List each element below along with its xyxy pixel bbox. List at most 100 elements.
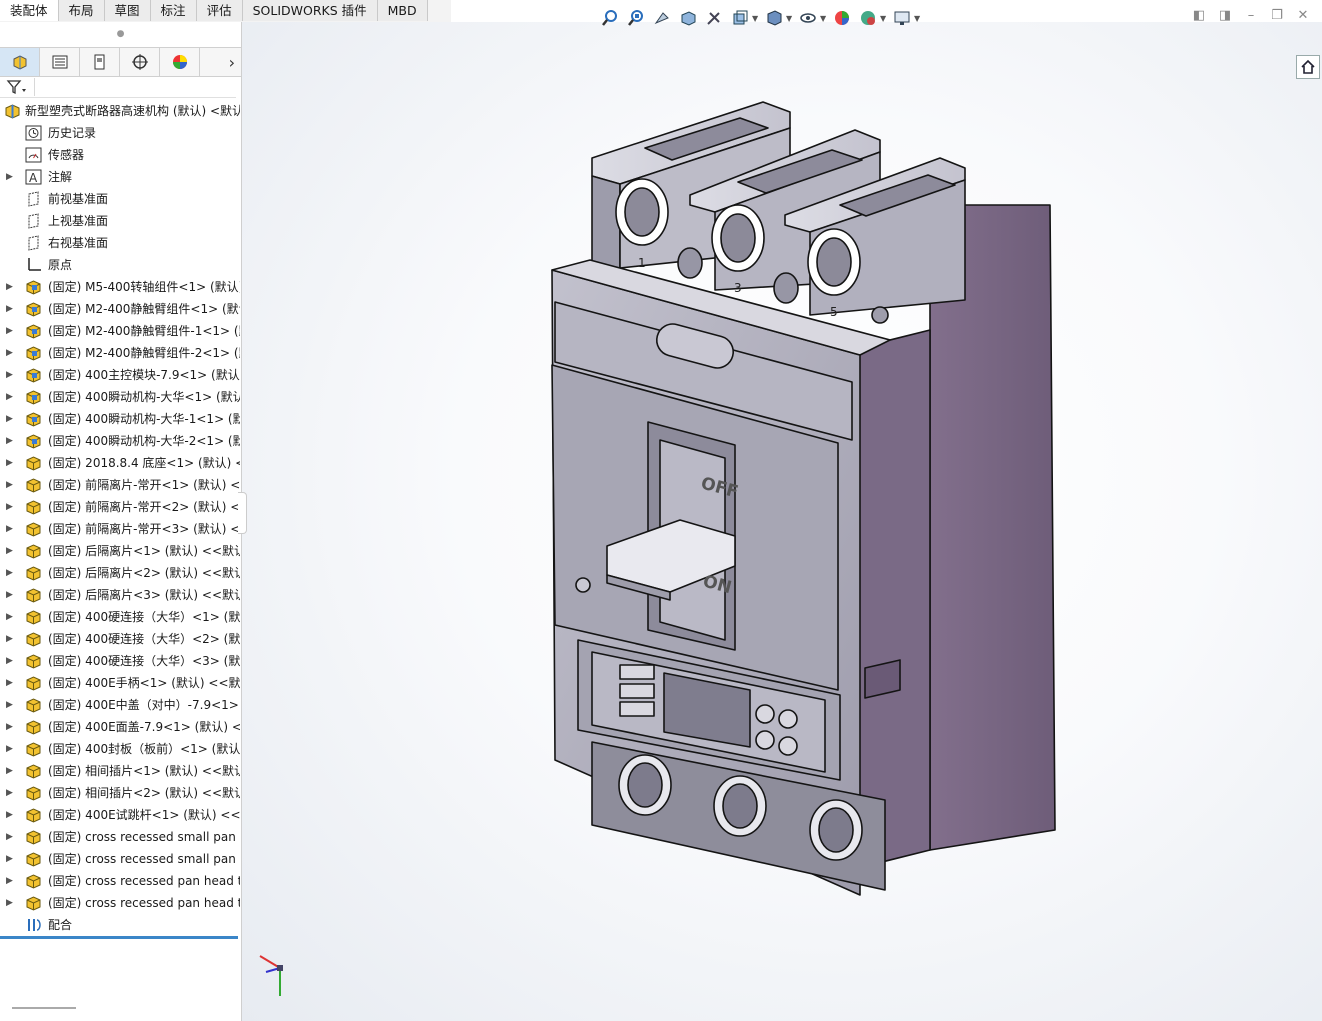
chevron-right-icon[interactable]: › <box>200 48 241 76</box>
filter-input[interactable] <box>34 78 235 96</box>
section-view-icon[interactable] <box>678 8 698 28</box>
tab-solidworks-addins[interactable]: SOLIDWORKS 插件 <box>242 0 378 21</box>
tree-component[interactable]: ▶ (固定) cross recessed small pan h <box>0 826 240 848</box>
expand-arrow-icon[interactable]: ▶ <box>6 760 14 782</box>
tab-mbd[interactable]: MBD <box>377 0 428 21</box>
zoom-to-area-icon[interactable] <box>626 8 646 28</box>
tree-component[interactable]: ▶ (固定) 400E面盖-7.9<1> (默认) << <box>0 716 240 738</box>
panel-handle[interactable]: ● <box>0 22 241 46</box>
expand-arrow-icon[interactable]: ▶ <box>6 738 14 760</box>
display-manager-tab[interactable] <box>160 48 200 76</box>
tree-component[interactable]: ▶ (固定) 400E手柄<1> (默认) <<默认 <box>0 672 240 694</box>
tree-component[interactable]: ▶ (固定) M5-400转轴组件<1> (默认) <box>0 276 240 298</box>
expand-arrow-icon[interactable]: ▶ <box>6 716 14 738</box>
tree-component[interactable]: ▶ (固定) 前隔离片-常开<3> (默认) << <box>0 518 240 540</box>
home-view-button[interactable] <box>1296 55 1320 79</box>
expand-arrow-icon[interactable]: ▶ <box>6 826 14 848</box>
tree-component[interactable]: ▶ (固定) 400瞬动机构-大华<1> (默认 <box>0 386 240 408</box>
expand-arrow-icon[interactable]: ▶ <box>6 408 14 430</box>
expand-arrow-icon[interactable]: ▶ <box>6 496 14 518</box>
tree-item[interactable]: 右视基准面 <box>0 232 240 254</box>
tree-component[interactable]: ▶ (固定) 400主控模块-7.9<1> (默认) <box>0 364 240 386</box>
expand-arrow-icon[interactable]: ▶ <box>6 562 14 584</box>
tree-component[interactable]: ▶ (固定) 前隔离片-常开<2> (默认) << <box>0 496 240 518</box>
expand-arrow-icon[interactable]: ▶ <box>6 848 14 870</box>
tree-item[interactable]: 上视基准面 <box>0 210 240 232</box>
tab-layout[interactable]: 布局 <box>58 0 105 21</box>
expand-arrow-icon[interactable]: ▶ <box>6 276 14 298</box>
tree-item[interactable]: 历史记录 <box>0 122 240 144</box>
tree-component[interactable]: ▶ (固定) 400E试跳杆<1> (默认) <<默 <box>0 804 240 826</box>
apply-scene-icon[interactable] <box>858 8 878 28</box>
hide-show-items-icon[interactable] <box>798 8 818 28</box>
expand-arrow-icon[interactable]: ▶ <box>6 694 14 716</box>
expand-arrow-icon[interactable]: ▶ <box>6 540 14 562</box>
tree-component[interactable]: ▶ (固定) 400硬连接（大华）<3> (默 <box>0 650 240 672</box>
tree-component[interactable]: ▶ (固定) 400E中盖（对中）-7.9<1> ( <box>0 694 240 716</box>
tree-component[interactable]: ▶ (固定) 400瞬动机构-大华-2<1> (默 <box>0 430 240 452</box>
expand-arrow-icon[interactable]: ▶ <box>6 870 14 892</box>
tree-component[interactable]: ▶ (固定) 400封板（板前）<1> (默认) <box>0 738 240 760</box>
view-settings-icon[interactable] <box>892 8 912 28</box>
expand-arrow-icon[interactable]: ▶ <box>6 474 14 496</box>
tab-markup[interactable]: 标注 <box>150 0 197 21</box>
tree-item[interactable]: 前视基准面 <box>0 188 240 210</box>
tree-root-assembly[interactable]: 新型塑壳式断路器高速机构 (默认) <默认 <box>0 100 240 122</box>
tree-component[interactable]: ▶ (固定) cross recessed small pan h <box>0 848 240 870</box>
tree-item[interactable]: 传感器 <box>0 144 240 166</box>
view-orientation-icon[interactable] <box>730 8 750 28</box>
tab-sketch[interactable]: 草图 <box>104 0 151 21</box>
expand-arrow-icon[interactable]: ▶ <box>6 298 14 320</box>
expand-arrow-icon[interactable]: ▶ <box>6 518 14 540</box>
expand-arrow-icon[interactable]: ▶ <box>6 650 14 672</box>
expand-arrow-icon[interactable]: ▶ <box>6 606 14 628</box>
expand-arrow-icon[interactable]: ▶ <box>6 584 14 606</box>
expand-arrow-icon[interactable]: ▶ <box>6 452 14 474</box>
property-manager-tab[interactable] <box>40 48 80 76</box>
tab-evaluate[interactable]: 评估 <box>196 0 243 21</box>
display-style-icon[interactable] <box>764 8 784 28</box>
dimxpert-tab[interactable] <box>120 48 160 76</box>
close-icon[interactable]: ✕ <box>1296 8 1310 23</box>
expand-arrow-icon[interactable]: ▶ <box>6 430 14 452</box>
filter-icon[interactable] <box>6 79 28 98</box>
tree-component[interactable]: ▶ (固定) 400硬连接（大华）<1> (默 <box>0 606 240 628</box>
edit-appearance-icon[interactable] <box>832 8 852 28</box>
tree-item[interactable]: 原点 <box>0 254 240 276</box>
panel-left-icon[interactable]: ◧ <box>1192 8 1206 23</box>
tab-assembly[interactable]: 装配体 <box>0 0 59 21</box>
restore-icon[interactable]: ❐ <box>1270 8 1284 23</box>
expand-arrow-icon[interactable]: ▶ <box>6 628 14 650</box>
tree-component[interactable]: ▶ (固定) 后隔离片<1> (默认) <<默认 <box>0 540 240 562</box>
tree-component[interactable]: ▶ (固定) M2-400静触臂组件-2<1> (默 <box>0 342 240 364</box>
graphics-area[interactable]: 1 3 5 OFF ON <box>242 22 1322 1021</box>
feature-tree-tab[interactable] <box>0 48 40 76</box>
tree-item[interactable]: ▶ A 注解 <box>0 166 240 188</box>
panel-right-icon[interactable]: ◨ <box>1218 8 1232 23</box>
tree-component[interactable]: ▶ (固定) 后隔离片<2> (默认) <<默认 <box>0 562 240 584</box>
tree-component[interactable]: ▶ (固定) 相间插片<1> (默认) <<默认 <box>0 760 240 782</box>
expand-arrow-icon[interactable]: ▶ <box>6 804 14 826</box>
tree-component[interactable]: ▶ (固定) 后隔离片<3> (默认) <<默认 <box>0 584 240 606</box>
panel-collapse-grip[interactable] <box>238 492 247 534</box>
tree-component[interactable]: ▶ (固定) 2018.8.4 底座<1> (默认) << <box>0 452 240 474</box>
tree-component[interactable]: ▶ (固定) 前隔离片-常开<1> (默认) << <box>0 474 240 496</box>
expand-arrow-icon[interactable]: ▶ <box>6 672 14 694</box>
tree-component[interactable]: ▶ (固定) cross recessed pan head t <box>0 870 240 892</box>
tree-component[interactable]: ▶ (固定) cross recessed pan head t <box>0 892 240 914</box>
tree-component[interactable]: ▶ (固定) M2-400静触臂组件-1<1> (默 <box>0 320 240 342</box>
expand-arrow-icon[interactable]: ▶ <box>6 320 14 342</box>
minimize-icon[interactable]: – <box>1244 8 1258 23</box>
expand-arrow-icon[interactable]: ▶ <box>6 782 14 804</box>
tree-component[interactable]: ▶ (固定) M2-400静触臂组件<1> (默认 <box>0 298 240 320</box>
expand-arrow-icon[interactable]: ▶ <box>6 364 14 386</box>
dynamic-annotation-icon[interactable] <box>704 8 724 28</box>
zoom-to-fit-icon[interactable] <box>600 8 620 28</box>
expand-arrow-icon[interactable]: ▶ <box>6 892 14 914</box>
tree-component[interactable]: ▶ (固定) 相间插片<2> (默认) <<默认 <box>0 782 240 804</box>
previous-view-icon[interactable] <box>652 8 672 28</box>
configuration-manager-tab[interactable] <box>80 48 120 76</box>
tree-component[interactable]: ▶ (固定) 400瞬动机构-大华-1<1> (默 <box>0 408 240 430</box>
horizontal-scrollbar[interactable] <box>12 1007 76 1009</box>
expand-arrow-icon[interactable]: ▶ <box>6 386 14 408</box>
